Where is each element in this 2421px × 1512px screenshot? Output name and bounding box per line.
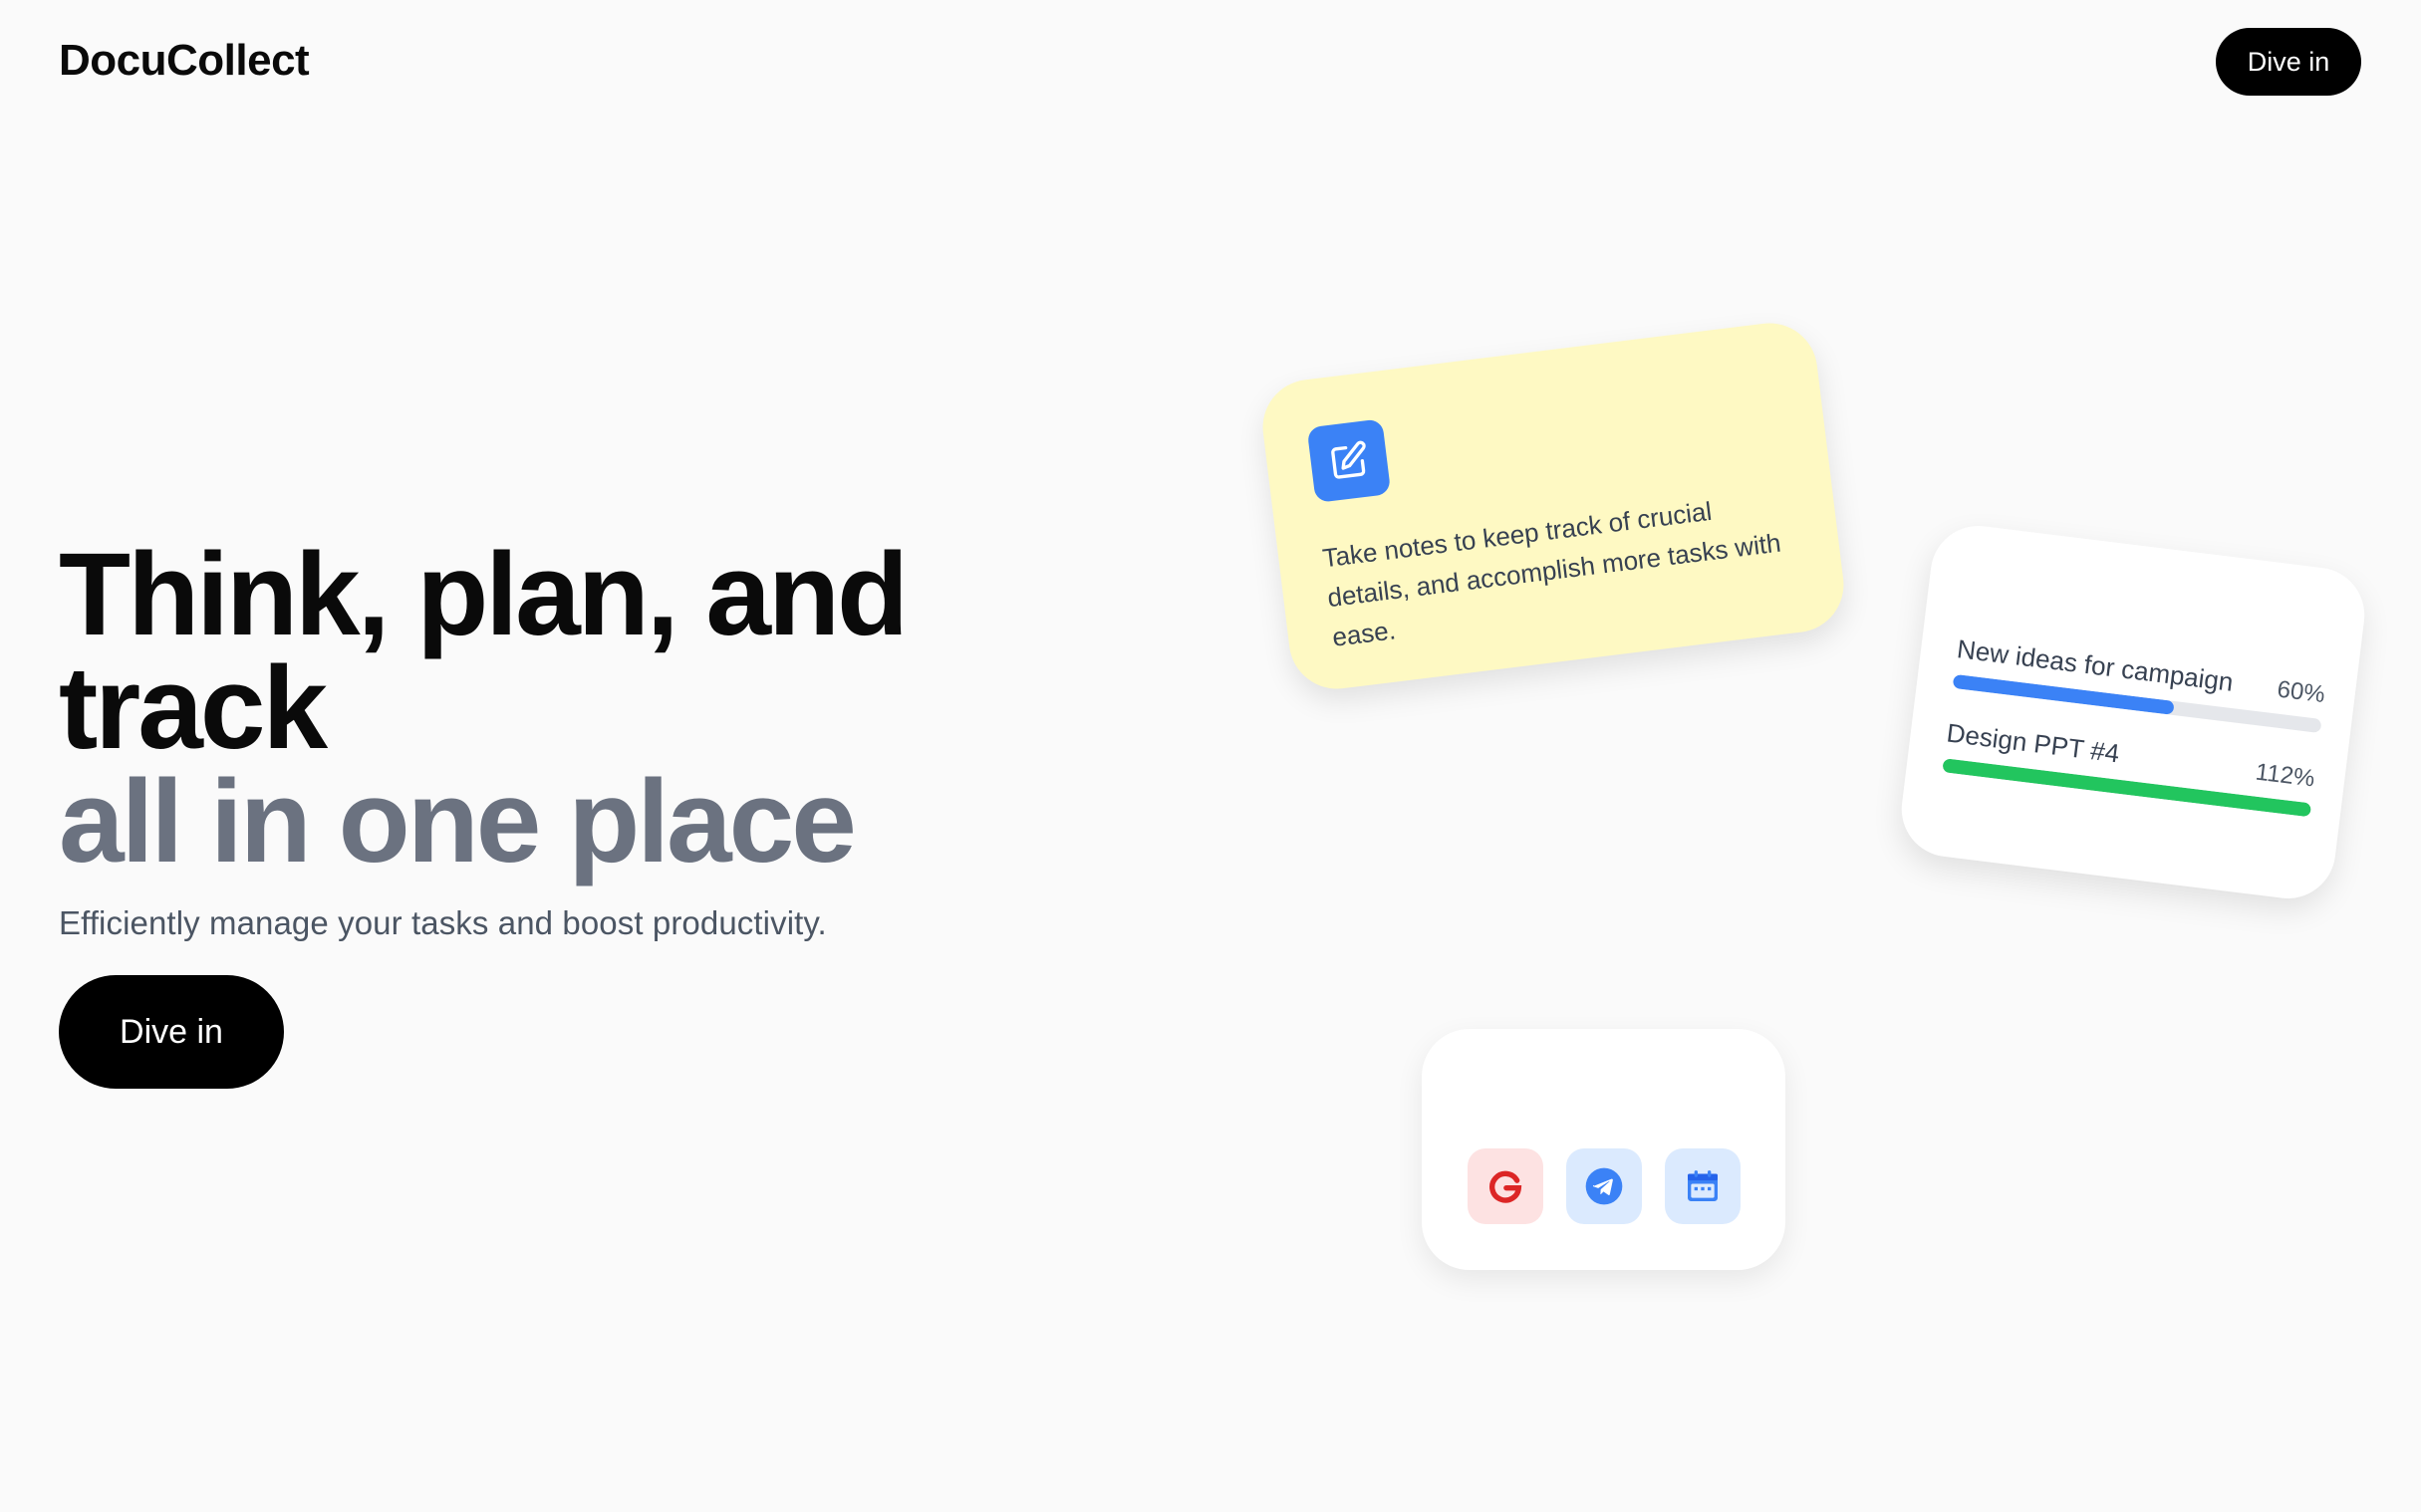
hero-title-line1: Think, plan, and [59,529,909,660]
notes-feature-card: Take notes to keep track of crucial deta… [1257,318,1849,694]
progress-item-percent: 60% [2276,675,2327,709]
calendar-icon [1688,1170,1718,1201]
notes-card-text: Take notes to keep track of crucial deta… [1320,495,1783,652]
hero-subtitle: Efficiently manage your tasks and boost … [59,904,827,941]
google-icon [1489,1170,1522,1203]
hero-title: Think, plan, and track all in one place [59,529,955,887]
progress-feature-card: New ideas for campaign 60% Design PPT #4… [1896,520,2370,904]
brand-logo[interactable]: DocuCollect [59,36,310,86]
edit-icon [1306,418,1392,503]
hero-section: Think, plan, and track all in one place … [59,529,955,1089]
telegram-app-tile[interactable] [1566,1148,1642,1224]
progress-item-percent: 112% [2254,758,2316,793]
integrations-card [1422,1029,1785,1270]
google-app-tile[interactable] [1468,1148,1543,1224]
hero-dive-in-button[interactable]: Dive in [59,975,284,1089]
landing-page: DocuCollect Dive in Think, plan, and tra… [0,0,2421,1512]
progress-item: Design PPT #4 112% [1942,717,2316,818]
hero-title-line3: all in one place [59,756,857,887]
progress-item: New ideas for campaign 60% [1952,633,2327,734]
telegram-icon [1585,1167,1623,1205]
hero-title-line2: track [59,642,328,774]
header-dive-in-button[interactable]: Dive in [2216,28,2361,96]
calendar-app-tile[interactable] [1665,1148,1741,1224]
